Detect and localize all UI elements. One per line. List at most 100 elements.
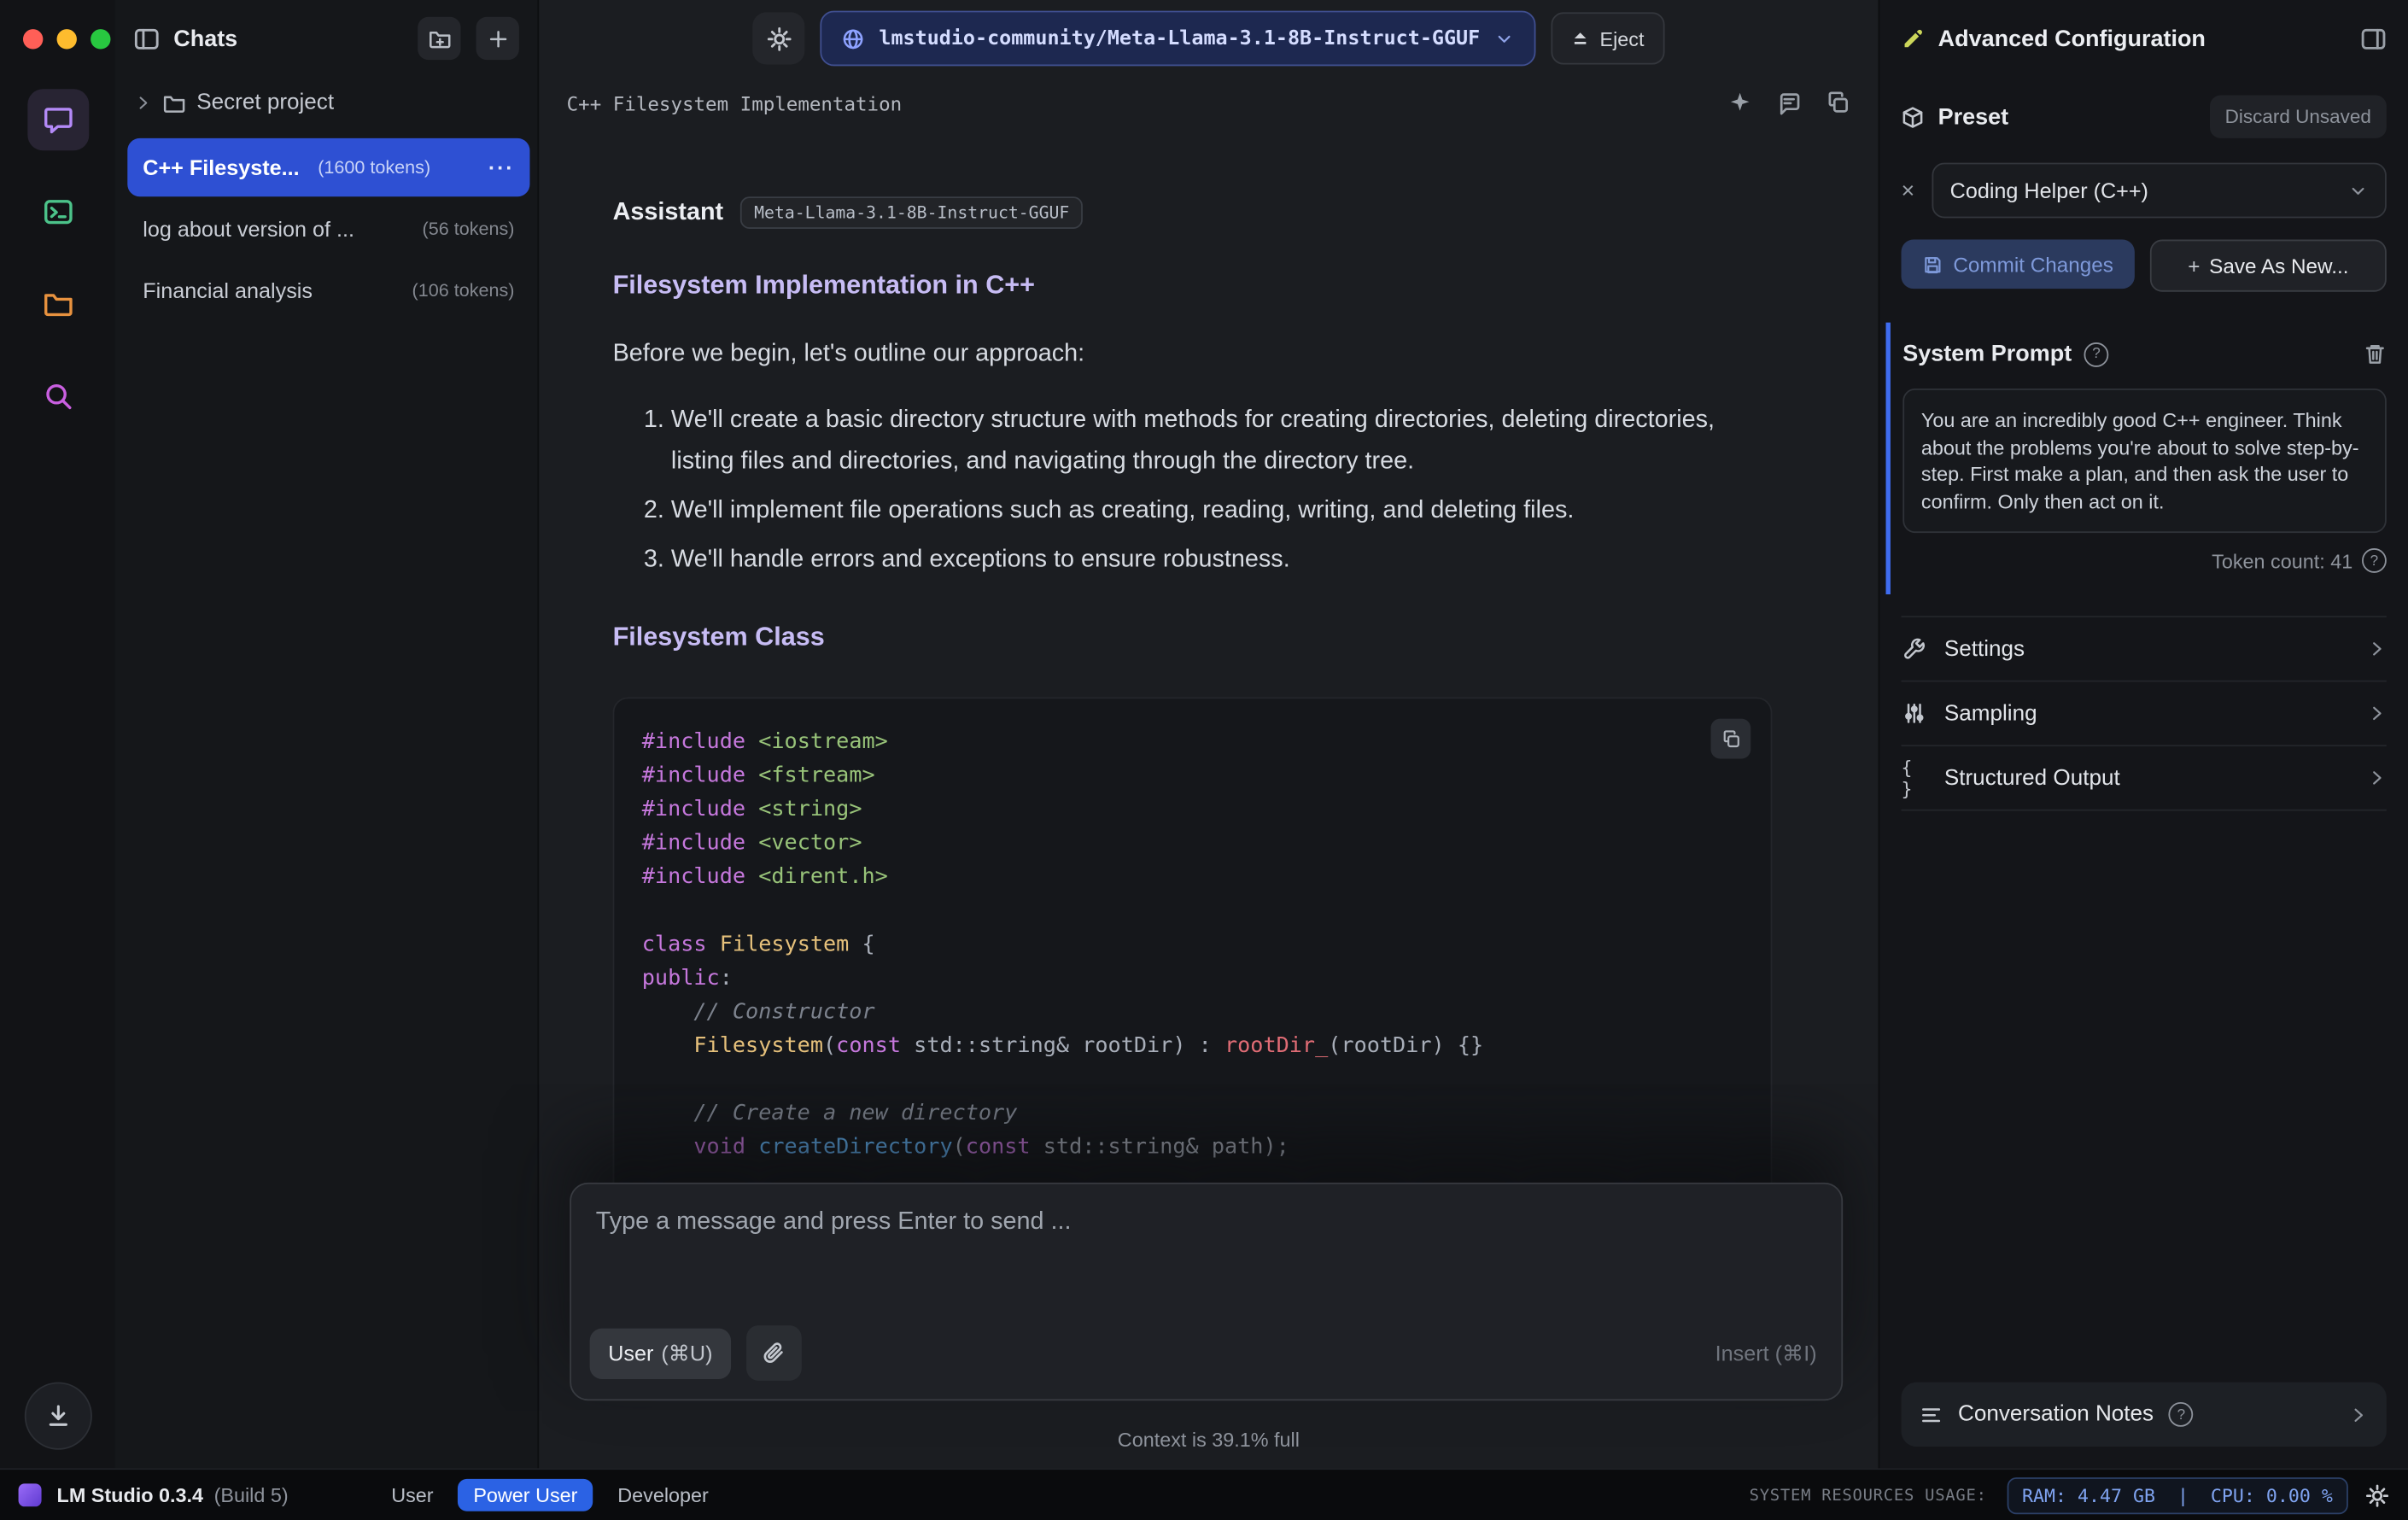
chat-main: lmstudio-community/Meta-Llama-3.1-8B-Ins… <box>539 0 1879 1469</box>
insert-button[interactable]: Insert (⌘I) <box>1715 1340 1817 1366</box>
token-count: Token count: 41 <box>2212 548 2353 572</box>
conversation-notes-button[interactable]: Conversation Notes ? <box>1901 1382 2387 1447</box>
chevron-down-icon <box>2348 180 2368 200</box>
attach-file-button[interactable] <box>746 1325 802 1381</box>
gear-icon <box>766 26 792 52</box>
chat-name: Financial analysis <box>143 278 313 303</box>
preset-action-row: Commit Changes + Save As New... <box>1901 239 2387 292</box>
nav-my-models-button[interactable] <box>26 273 88 335</box>
mode-tab-power-user[interactable]: Power User <box>458 1478 593 1511</box>
trash-icon[interactable] <box>2364 342 2387 365</box>
folder-secret-project[interactable]: Secret project <box>115 77 538 129</box>
loaded-model-selector[interactable]: lmstudio-community/Meta-Llama-3.1-8B-Ins… <box>821 10 1535 67</box>
chevron-right-icon <box>2366 704 2386 723</box>
mode-tab-user[interactable]: User <box>376 1479 448 1511</box>
sidebar-title: Chats <box>173 25 238 52</box>
rail-nav <box>26 89 89 427</box>
folder-plus-icon <box>428 26 451 50</box>
downloads-button[interactable] <box>23 1382 92 1450</box>
message-intro: Before we begin, let's outline our appro… <box>612 341 1085 367</box>
help-icon[interactable]: ? <box>2362 548 2387 573</box>
nav-discover-button[interactable] <box>26 365 88 427</box>
sparkle-icon[interactable] <box>1727 91 1752 115</box>
chat-name: log about version of ... <box>143 216 355 242</box>
sliders-icon <box>1902 702 1928 725</box>
eject-model-button[interactable]: Eject <box>1550 12 1664 65</box>
commit-changes-label: Commit Changes <box>1953 252 2113 276</box>
nav-developer-button[interactable] <box>26 181 88 243</box>
section-structured-output[interactable]: { } Structured Output <box>1901 745 2387 810</box>
chats-sidebar: Chats Secret project C++ Filesyste... (1… <box>114 0 540 1469</box>
settings-gear-icon[interactable] <box>2365 1482 2390 1507</box>
preset-label: Preset <box>1938 103 2009 130</box>
app-version: LM Studio 0.3.4 <box>56 1483 204 1507</box>
braces-icon: { } <box>1901 756 1913 800</box>
approach-item: We'll implement file operations such as … <box>671 490 1746 532</box>
eject-label: Eject <box>1599 26 1645 50</box>
conversation-titlebar: C++ Filesystem Implementation <box>539 77 1878 129</box>
save-as-new-button[interactable]: + Save As New... <box>2149 239 2387 292</box>
preset-select-row: × Coding Helper (C++) <box>1902 162 2387 219</box>
system-resources-badge[interactable]: RAM: 4.47 GB | CPU: 0.00 % <box>2007 1476 2348 1514</box>
message-input-box[interactable]: Type a message and press Enter to send .… <box>570 1182 1844 1401</box>
status-bar: LM Studio 0.3.4 (Build 5) User Power Use… <box>0 1468 2408 1520</box>
help-icon[interactable]: ? <box>2169 1402 2194 1427</box>
sidebar-header: Chats <box>115 0 538 77</box>
zoom-window-button[interactable] <box>91 29 111 50</box>
download-icon <box>44 1402 71 1429</box>
role-toggle-button[interactable]: User (⌘U) <box>589 1327 732 1379</box>
mode-tab-developer[interactable]: Developer <box>602 1479 724 1511</box>
panel-collapse-icon[interactable] <box>2360 26 2387 52</box>
panel-title: Advanced Configuration <box>1938 25 2206 52</box>
section-sampling[interactable]: Sampling <box>1901 680 2387 745</box>
close-window-button[interactable] <box>22 29 44 50</box>
eject-icon <box>1570 29 1589 48</box>
save-icon <box>1922 254 1942 274</box>
conversation-notes-label: Conversation Notes <box>1958 1402 2154 1427</box>
section-label: Sampling <box>1943 701 2037 726</box>
save-as-new-label: Save As New... <box>2209 254 2349 278</box>
panel-header: Advanced Configuration <box>1902 0 2387 77</box>
lm-studio-window: Chats Secret project C++ Filesyste... (1… <box>0 0 2408 1520</box>
model-settings-button[interactable] <box>752 12 806 65</box>
chevron-right-icon <box>2348 1405 2368 1424</box>
message-heading-implementation: Filesystem Implementation in C++ <box>612 270 1036 300</box>
system-resources-label: SYSTEM RESOURCES USAGE: <box>1749 1486 1987 1505</box>
pencil-icon <box>1902 26 1925 50</box>
clear-preset-button[interactable]: × <box>1902 179 1915 202</box>
section-settings[interactable]: Settings <box>1901 616 2387 681</box>
app-build: (Build 5) <box>213 1483 289 1507</box>
input-toolbar: User (⌘U) Insert (⌘I) <box>589 1325 1817 1381</box>
assistant-label: Assistant <box>612 198 724 225</box>
section-label: Structured Output <box>1943 765 2120 791</box>
plus-icon: + <box>2188 254 2201 278</box>
message-input-placeholder: Type a message and press Enter to send .… <box>595 1208 1072 1235</box>
discard-unsaved-button[interactable]: Discard Unsaved <box>2209 95 2387 138</box>
duplicate-icon[interactable] <box>1826 91 1850 115</box>
role-label: User <box>608 1341 654 1365</box>
chat-token-count: (1600 tokens) <box>318 156 431 178</box>
conversation-title: C++ Filesystem Implementation <box>566 91 903 114</box>
chat-item-cpp-filesystem[interactable]: C++ Filesyste... (1600 tokens) ··· <box>127 137 530 197</box>
sidebar-toggle-icon[interactable] <box>133 26 160 52</box>
chat-item-financial-analysis[interactable]: Financial analysis (106 tokens) <box>127 261 529 319</box>
preset-dropdown[interactable]: Coding Helper (C++) <box>1932 162 2387 219</box>
minimize-window-button[interactable] <box>56 29 77 50</box>
chat-item-log-version[interactable]: log about version of ... (56 tokens) <box>127 200 529 258</box>
nav-chat-button[interactable] <box>26 89 89 151</box>
new-chat-button[interactable] <box>476 16 519 61</box>
chat-name: C++ Filesyste... <box>143 155 300 180</box>
new-folder-button[interactable] <box>418 16 461 61</box>
chat-more-menu-icon[interactable]: ··· <box>488 155 515 180</box>
commit-changes-button[interactable]: Commit Changes <box>1901 239 2135 289</box>
help-icon[interactable]: ? <box>2084 342 2109 366</box>
assistant-model-badge: Meta-Llama-3.1-8B-Instruct-GGUF <box>739 196 1084 229</box>
approach-list: We'll create a basic directory structure… <box>613 400 1844 581</box>
loaded-model-name: lmstudio-community/Meta-Llama-3.1-8B-Ins… <box>879 26 1481 50</box>
message-heading-class: Filesystem Class <box>612 622 825 652</box>
terminal-icon <box>42 196 73 227</box>
message-bubble-icon[interactable] <box>1777 91 1802 115</box>
copy-code-button[interactable] <box>1710 718 1751 759</box>
approach-item: We'll create a basic directory structure… <box>671 400 1746 482</box>
system-prompt-textarea[interactable]: You are an incredibly good C++ engineer.… <box>1902 389 2387 534</box>
